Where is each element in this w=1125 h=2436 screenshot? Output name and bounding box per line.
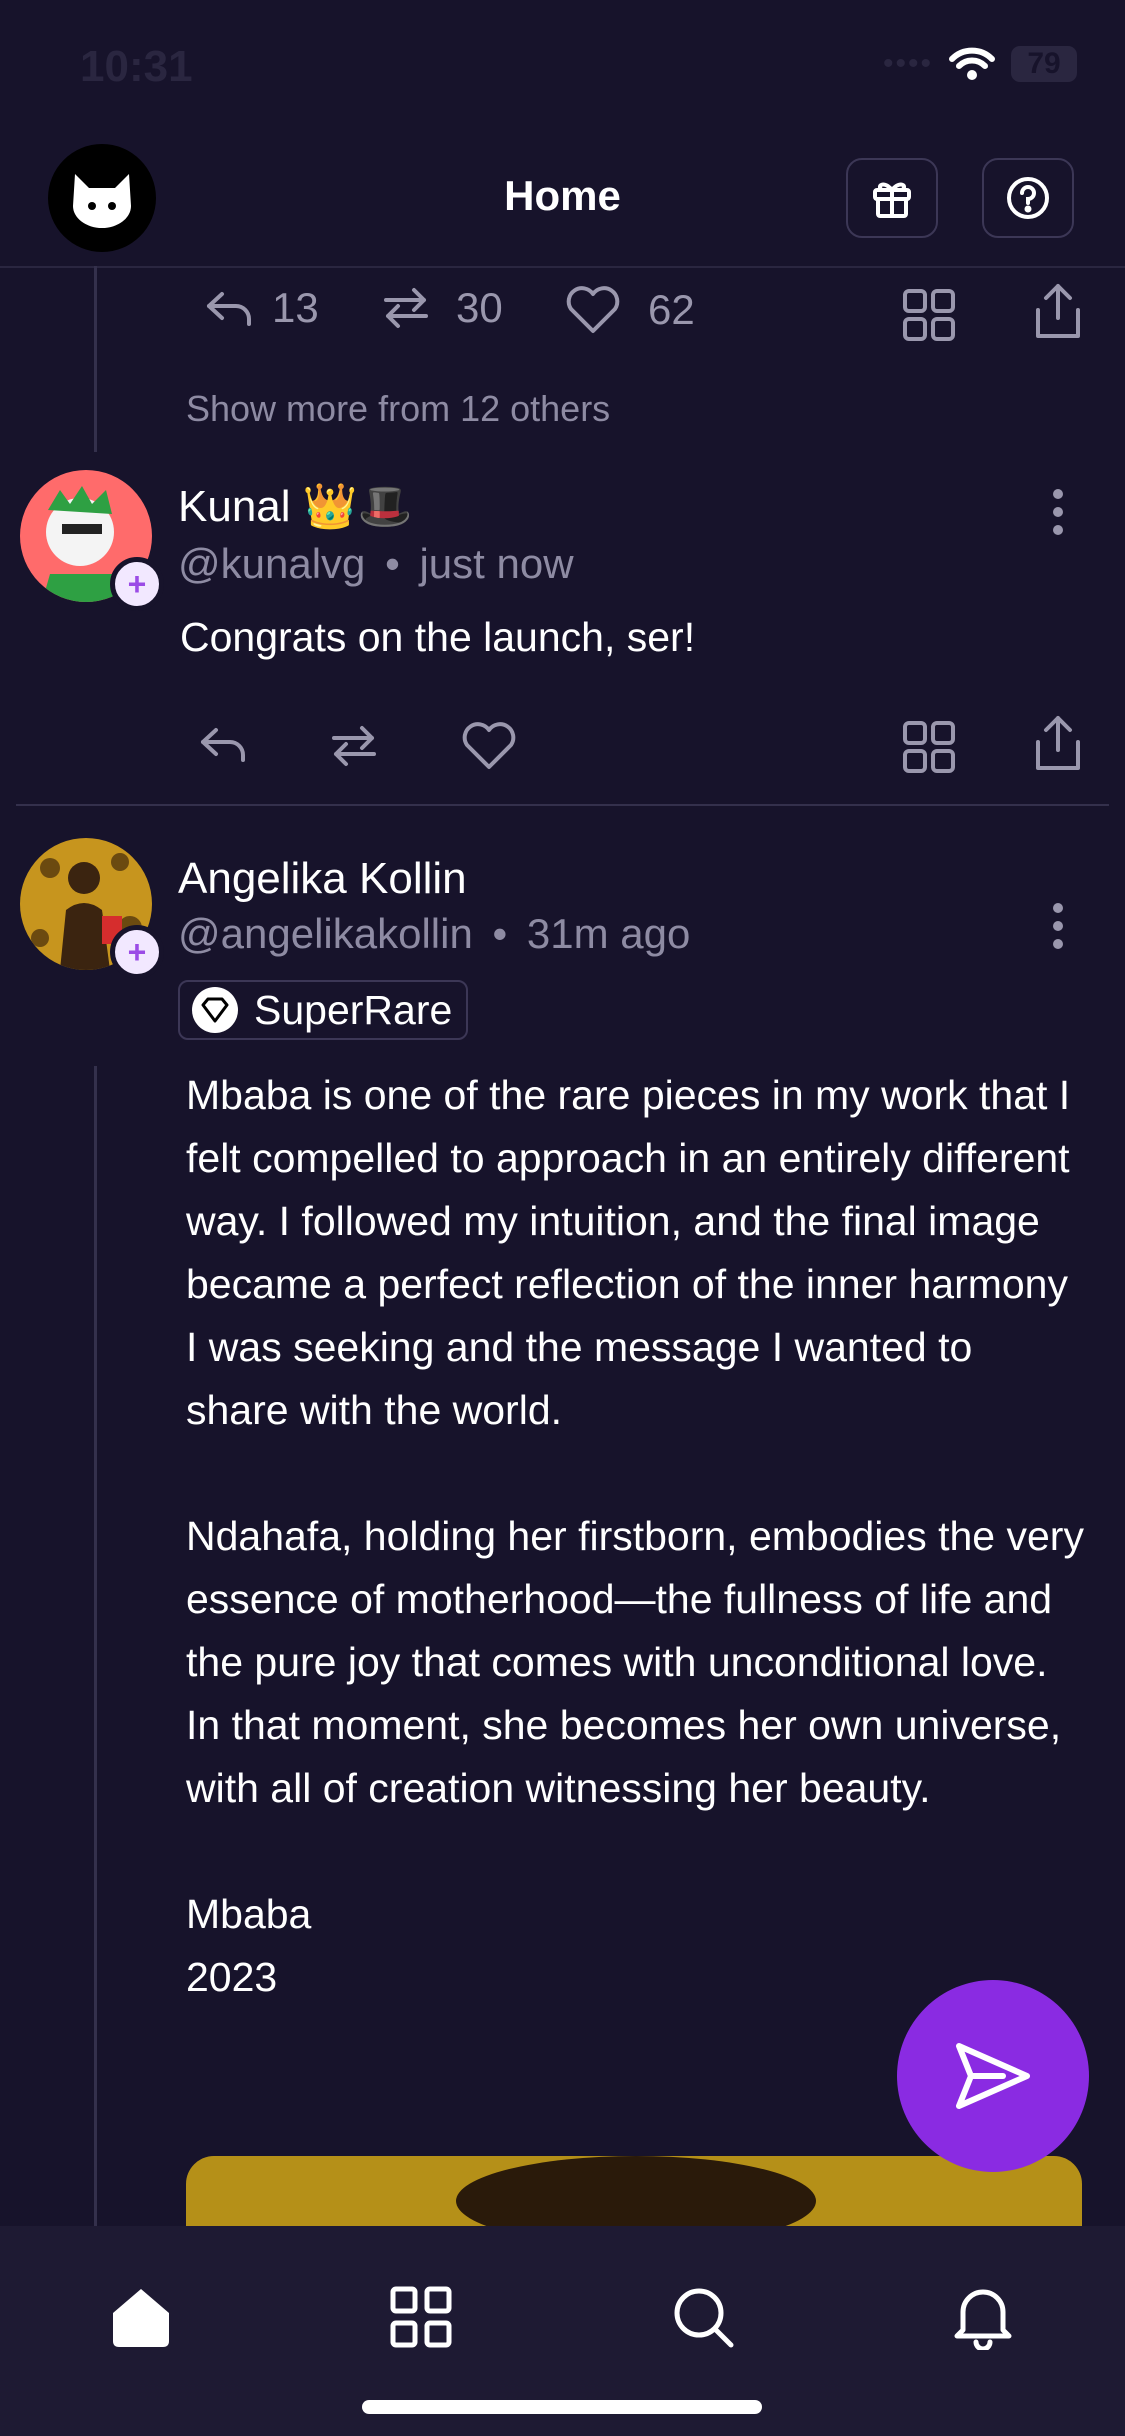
share-icon (1036, 716, 1080, 770)
thread-line (94, 1066, 97, 2226)
grid-action[interactable] (902, 288, 956, 347)
like-count: 62 (648, 286, 695, 333)
grid-icon (390, 2286, 452, 2348)
author-meta: @kunalvg • just now (178, 540, 574, 588)
tab-notifications[interactable] (928, 2262, 1038, 2372)
post-time: just now (419, 540, 574, 587)
tab-home[interactable] (86, 2262, 196, 2372)
more-vertical-icon (1053, 489, 1063, 535)
show-more-link[interactable]: Show more from 12 others (186, 388, 610, 430)
author-handle[interactable]: @angelikakollin (178, 910, 473, 957)
gift-icon (873, 182, 911, 218)
compose-button[interactable] (897, 1980, 1089, 2172)
gift-button[interactable] (846, 158, 938, 238)
tab-search[interactable] (648, 2262, 758, 2372)
reply-icon (201, 728, 245, 762)
more-options-button[interactable] (1046, 902, 1070, 955)
plus-icon: + (127, 565, 147, 602)
status-icons: •••• 79 (883, 46, 1077, 82)
post-time: 31m ago (526, 910, 691, 957)
battery-indicator: 79 (1011, 46, 1077, 82)
superrare-icon (192, 987, 238, 1033)
heart-icon (462, 722, 516, 769)
grid-icon (903, 289, 955, 341)
home-indicator (362, 2400, 762, 2414)
reply-icon (207, 292, 251, 326)
author-meta: @angelikakollin • 31m ago (178, 910, 690, 958)
battery-level: 79 (1027, 47, 1061, 80)
channel-name: SuperRare (254, 986, 453, 1033)
post-text: Mbaba is one of the rare pieces in my wo… (186, 1072, 1084, 2000)
heart-icon (566, 286, 620, 333)
follow-kunal-button[interactable]: + (110, 557, 164, 611)
grid-action[interactable] (902, 720, 956, 779)
post-divider (16, 804, 1109, 806)
recast-icon (332, 726, 376, 766)
status-time: 10:31 (80, 42, 193, 91)
post-text: Congrats on the launch, ser! (180, 614, 696, 660)
send-icon (956, 2043, 1030, 2109)
recast-icon (384, 288, 428, 328)
search-icon (674, 2288, 734, 2348)
help-button[interactable] (982, 158, 1074, 238)
thread-line (94, 266, 97, 452)
plus-icon: + (127, 933, 147, 970)
author-name[interactable]: Angelika Kollin (178, 854, 467, 904)
recast-action[interactable] (328, 722, 380, 775)
home-icon (113, 2289, 169, 2347)
more-options-button[interactable] (1046, 488, 1070, 541)
bell-icon (954, 2289, 1012, 2350)
follow-angelika-button[interactable]: + (110, 925, 164, 979)
wifi-icon (949, 47, 995, 80)
author-handle[interactable]: @kunalvg (178, 540, 365, 587)
recast-count: 30 (456, 284, 503, 331)
meta-separator: • (385, 540, 400, 587)
page-title: Home (504, 172, 621, 219)
tab-channels[interactable] (366, 2262, 476, 2372)
reply-count: 13 (272, 284, 319, 331)
share-icon (1036, 284, 1080, 338)
reply-action[interactable] (198, 722, 248, 771)
more-vertical-icon (1053, 903, 1063, 949)
signal-dots-icon: •••• (882, 47, 933, 80)
share-action[interactable] (1032, 714, 1084, 777)
help-circle-icon (1007, 177, 1049, 219)
like-action[interactable] (460, 720, 518, 777)
meta-separator: • (492, 910, 508, 957)
share-action[interactable] (1032, 282, 1084, 345)
channel-chip[interactable]: SuperRare (178, 980, 469, 1040)
author-name[interactable]: Kunal 👑🎩 (178, 480, 412, 532)
like-action[interactable]: 62 (564, 284, 695, 336)
reply-action[interactable]: 13 (204, 284, 319, 332)
grid-icon (903, 721, 955, 773)
post-image[interactable] (186, 2156, 1082, 2226)
recast-action[interactable]: 30 (380, 284, 503, 332)
